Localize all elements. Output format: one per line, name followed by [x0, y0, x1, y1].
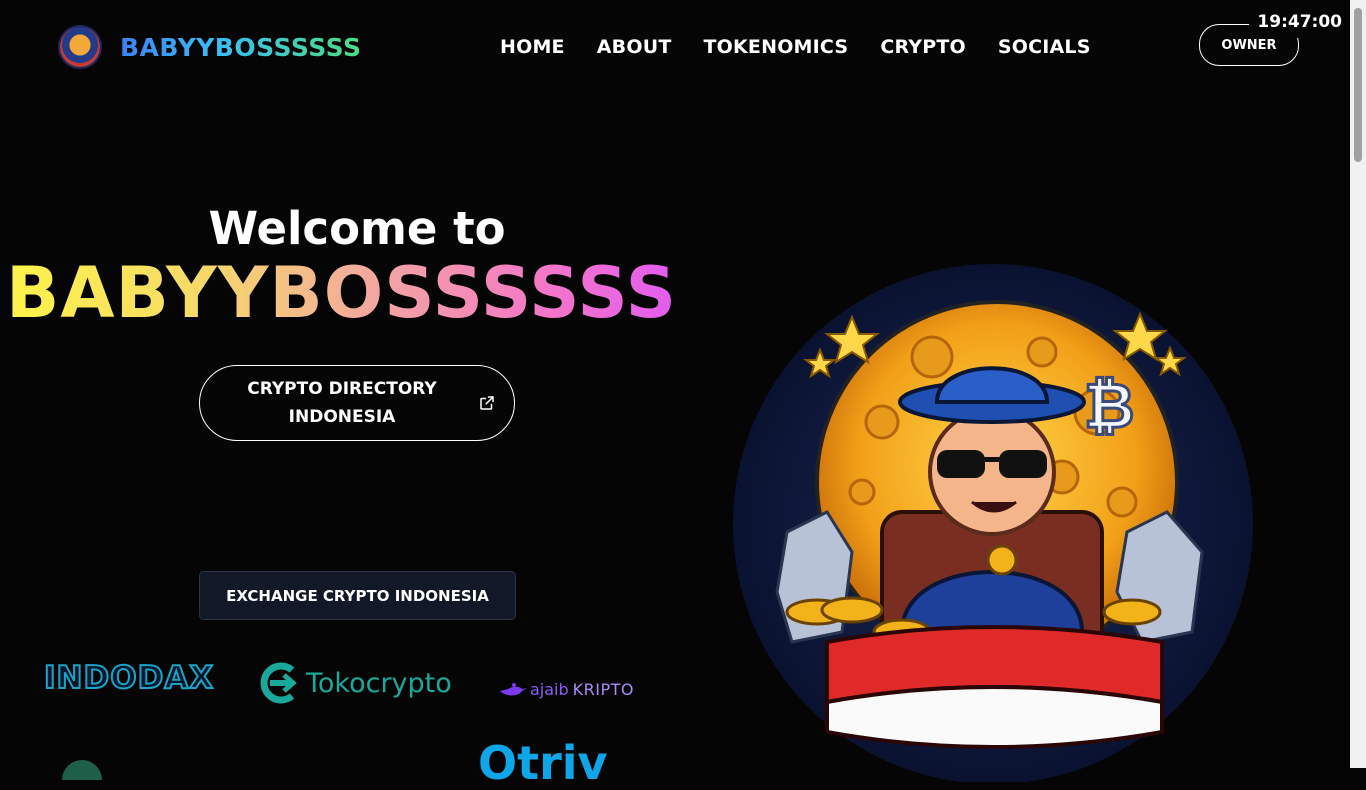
partial-exchange-logo[interactable] [62, 760, 102, 780]
scrollbar-thumb[interactable] [1354, 8, 1362, 162]
baby-boss-logo-icon [60, 27, 100, 67]
tokocrypto-logo[interactable]: Tokocrypto [258, 660, 452, 706]
indodax-logo[interactable]: INDODAX [43, 659, 214, 697]
nav-about[interactable]: ABOUT [597, 36, 672, 58]
nav-crypto[interactable]: CRYPTO [880, 36, 966, 58]
brand-name: BABYYBOSSSSSS [120, 32, 362, 62]
baby-boss-mascot-image: ₿ [733, 264, 1253, 782]
tokocrypto-mark-icon [260, 662, 297, 704]
ajaib-kripto-logo[interactable]: ajaib KRIPTO [498, 679, 634, 699]
main-nav: HOME ABOUT TOKENOMICS CRYPTO SOCIALS [500, 36, 1091, 58]
external-link-icon [480, 396, 494, 410]
hero-title: BABYYBOSSSSSS [6, 252, 678, 334]
svg-text:₿: ₿ [1084, 369, 1135, 442]
nav-tokenomics[interactable]: TOKENOMICS [703, 36, 848, 58]
crypto-directory-button[interactable]: CRYPTO DIRECTORY INDONESIA [199, 365, 515, 441]
clock: 19:47:00 [1249, 8, 1344, 38]
ajaib-suffix: KRIPTO [572, 679, 634, 699]
nav-socials[interactable]: SOCIALS [998, 36, 1091, 58]
nav-home[interactable]: HOME [500, 36, 565, 58]
page-scrollbar[interactable] [1350, 0, 1366, 768]
crypto-directory-label: CRYPTO DIRECTORY INDONESIA [247, 379, 437, 427]
exchange-crypto-button[interactable]: EXCHANGE CRYPTO INDONESIA [199, 571, 516, 620]
ajaib-prefix: ajaib [530, 679, 569, 699]
welcome-heading: Welcome to [208, 202, 506, 255]
tokocrypto-name: Tokocrypto [306, 667, 452, 699]
triv-logo[interactable]: Otriv [478, 736, 608, 790]
magic-lamp-icon [500, 683, 527, 696]
brand[interactable]: BABYYBOSSSSSS [60, 27, 362, 67]
